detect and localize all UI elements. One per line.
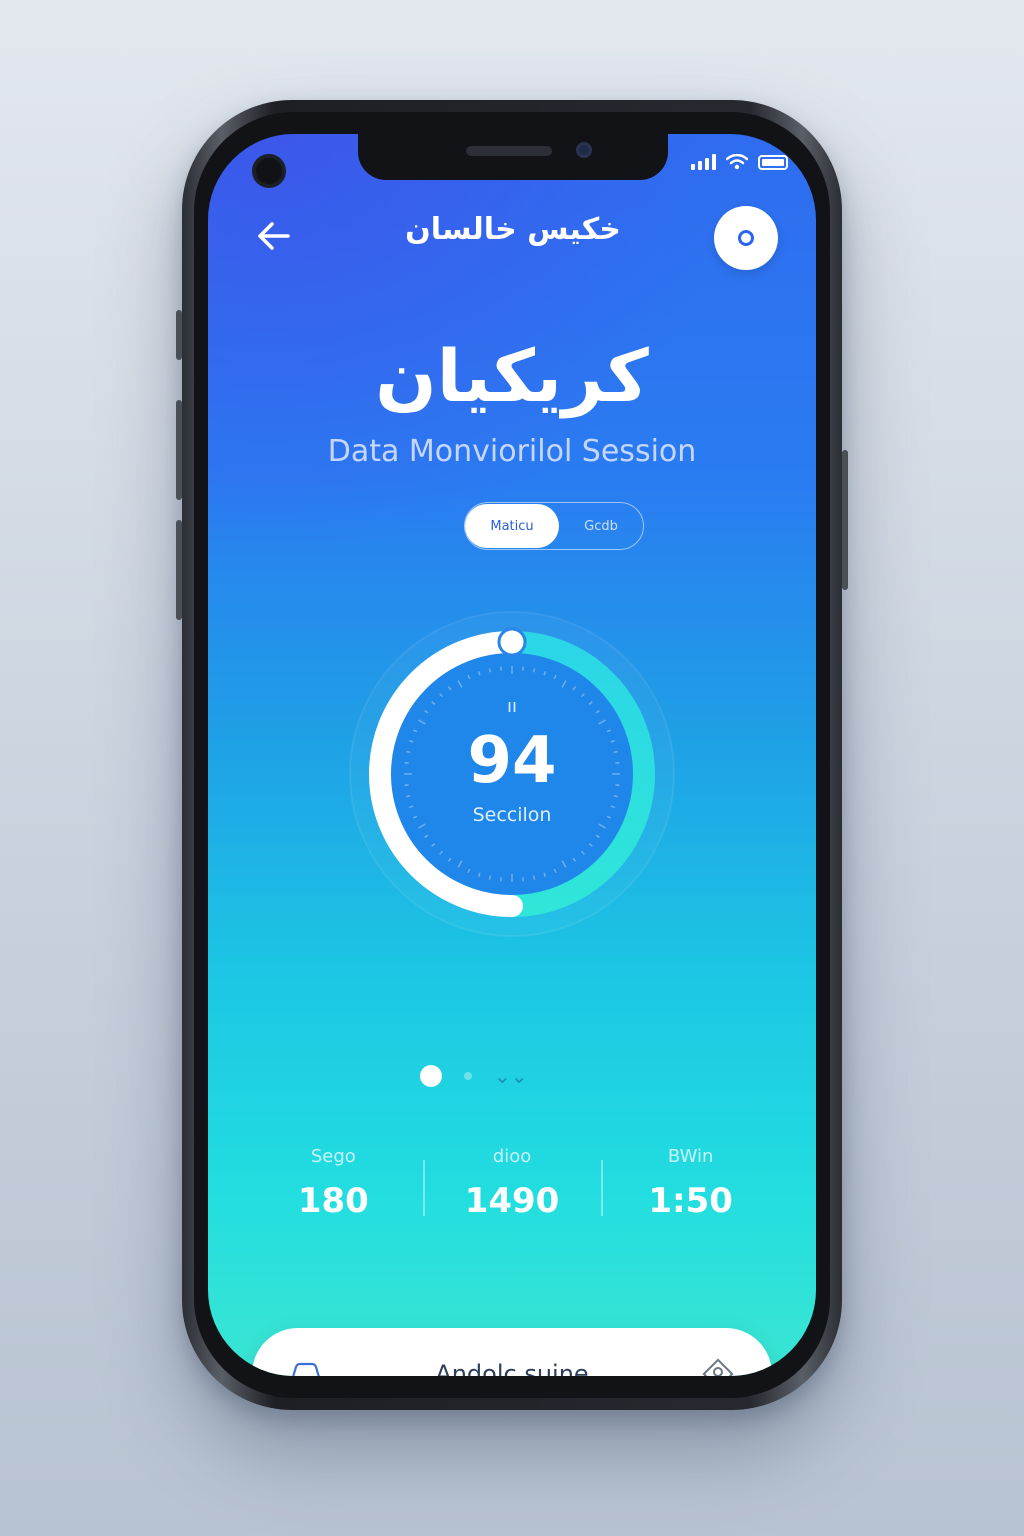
action-button[interactable]: Andolc suine	[252, 1328, 772, 1376]
page-indicator: ⌄⌄	[420, 1064, 528, 1088]
stat-item: dioo 1490	[422, 1146, 602, 1221]
diamond-location-icon	[700, 1356, 736, 1376]
power-button	[842, 450, 848, 590]
page-dot[interactable]	[464, 1072, 472, 1080]
gauge-top-label: ıı	[506, 696, 517, 717]
phone-frame: خكيس خالسان كريكيان Data Monviorilol Ses…	[176, 100, 848, 1410]
battery-icon	[758, 154, 788, 170]
profile-button[interactable]	[714, 206, 778, 270]
action-label: Andolc suine	[435, 1360, 589, 1376]
session-gauge: ıı 94 Seccilon	[342, 604, 682, 944]
page-title: خكيس خالسان	[405, 212, 621, 247]
gauge-label: Seccilon	[472, 804, 552, 826]
gauge-tick	[488, 668, 492, 673]
stat-label: Sego	[310, 1146, 356, 1167]
car-icon	[288, 1356, 324, 1376]
toggle-option-inactive[interactable]: Gcdb	[559, 504, 643, 548]
subtitle: Data Monviorilol Session	[327, 434, 697, 469]
gauge-tick	[532, 668, 536, 673]
arrow-left-icon	[258, 222, 290, 250]
signal-icon	[691, 154, 716, 170]
volume-up-button	[176, 400, 182, 500]
front-camera	[252, 154, 286, 188]
mute-switch	[176, 310, 182, 360]
stat-value: 180	[297, 1181, 369, 1221]
stat-item: BWin 1:50	[601, 1146, 780, 1221]
earpiece-speaker	[466, 146, 552, 156]
gauge-knob	[497, 627, 527, 657]
profile-ring-icon	[738, 230, 754, 246]
gauge-value: 94	[467, 724, 557, 798]
gauge-tick	[488, 875, 492, 880]
notch-camera	[576, 142, 592, 158]
stat-value: 1490	[464, 1181, 560, 1221]
status-bar	[691, 154, 788, 170]
stat-label: dioo	[492, 1146, 532, 1167]
wifi-icon	[726, 154, 748, 170]
notch	[358, 134, 668, 180]
stat-value: 1:50	[648, 1181, 733, 1221]
volume-down-button	[176, 520, 182, 620]
stat-item: Sego 180	[244, 1146, 423, 1221]
toggle-option-active[interactable]: Maticu	[465, 504, 559, 548]
stat-label: BWin	[667, 1146, 714, 1167]
stats-row: Sego 180 dioo 1490 BWin 1:50	[244, 1146, 780, 1221]
mode-toggle: Maticu Gcdb	[464, 502, 644, 550]
back-button[interactable]	[248, 214, 298, 258]
page-dot-active[interactable]	[420, 1065, 442, 1087]
gauge-tick	[532, 875, 536, 880]
app-screen: خكيس خالسان كريكيان Data Monviorilol Ses…	[208, 134, 816, 1376]
chevron-down-icon: ⌄⌄	[494, 1064, 528, 1088]
headline: كريكيان	[375, 334, 649, 418]
